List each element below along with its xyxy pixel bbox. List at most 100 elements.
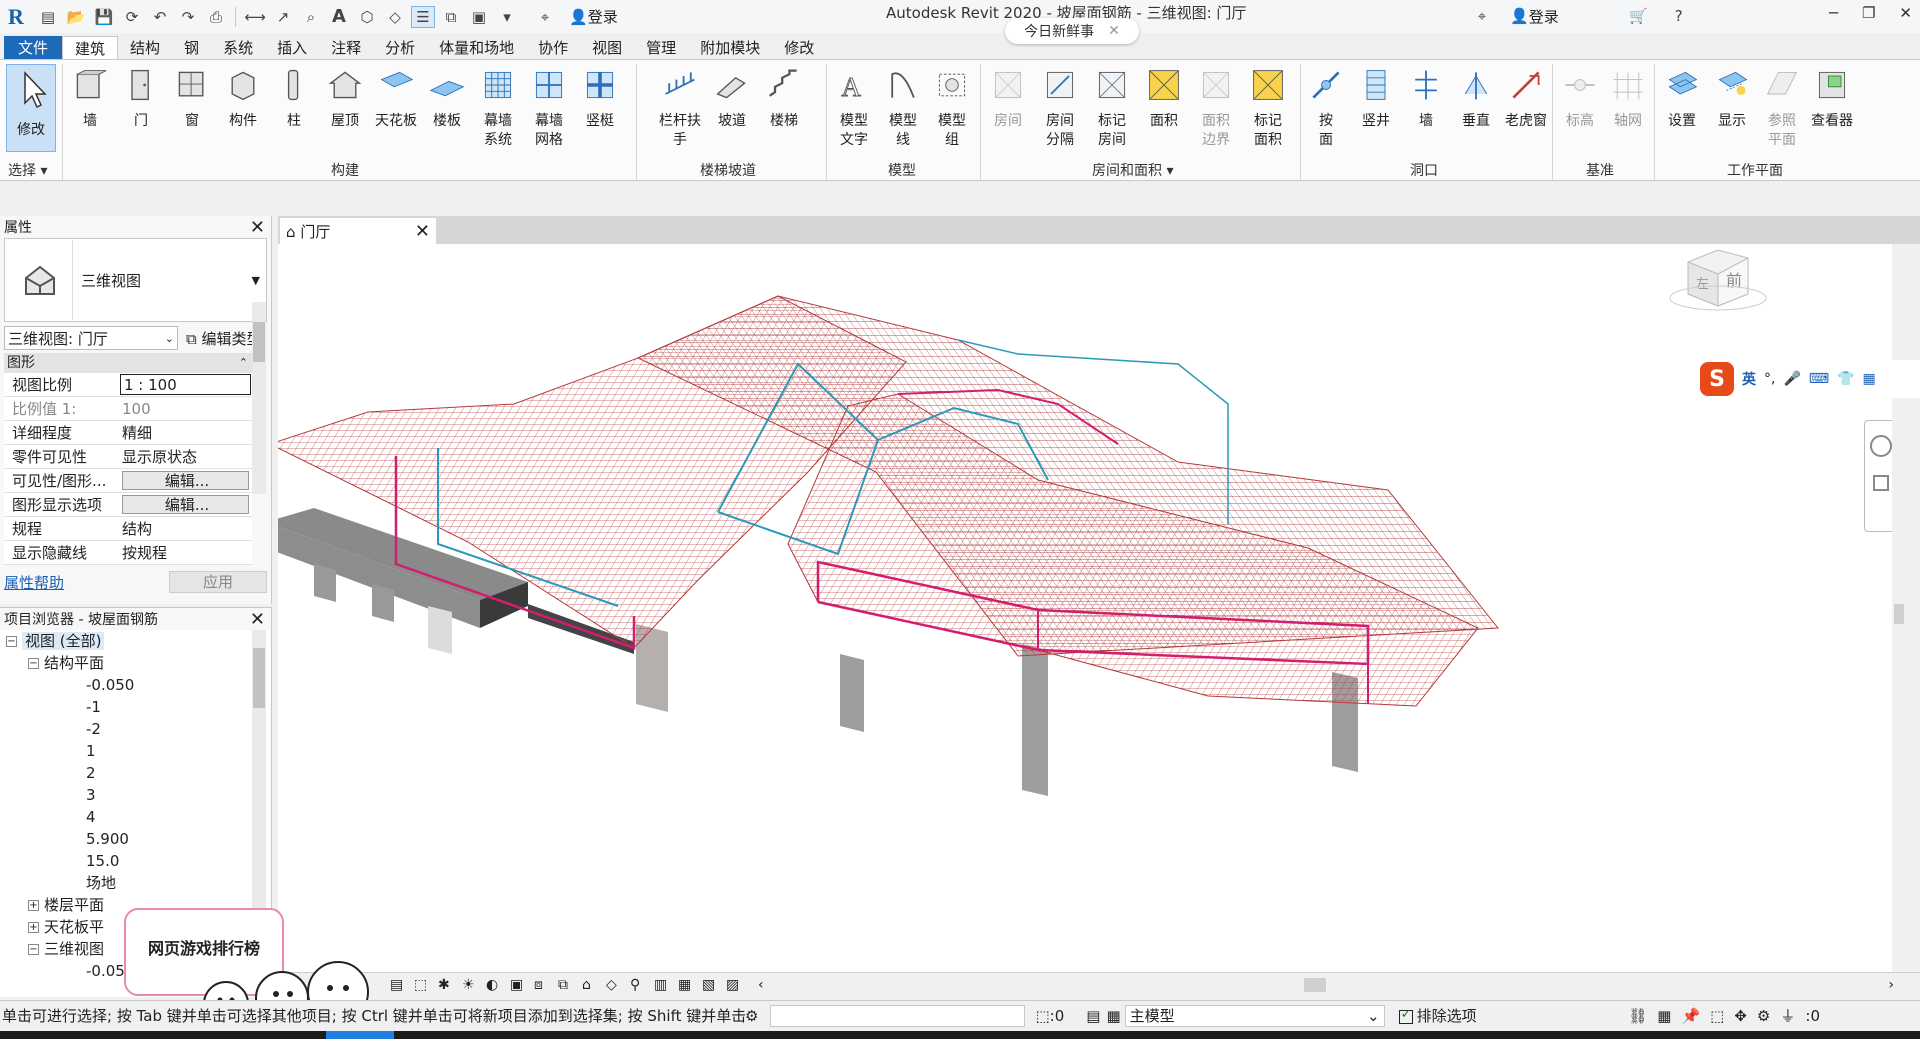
ribbon-component-button[interactable]: 构件 [219, 66, 267, 131]
close-icon[interactable]: ✕ [1108, 23, 1120, 39]
select-underlay-icon[interactable]: ▦ [1657, 1007, 1671, 1025]
minimize-icon[interactable]: ─ [1829, 4, 1838, 22]
properties-scrollbar[interactable] [252, 302, 266, 494]
instance-selector[interactable]: 三维视图: 门厅 ⌄ [4, 326, 178, 350]
scroll-right-icon[interactable]: › [1888, 977, 1894, 993]
ime-toolbar[interactable]: S 英 °, 🎤 ⌨ 👕 ▦ [1696, 360, 1920, 398]
select-links-icon[interactable]: ⛓ [1628, 1007, 1647, 1025]
graphics-category[interactable]: 图形 ⌃ [4, 353, 252, 373]
exclude-options-checkbox[interactable]: 排除选项 [1398, 1005, 1477, 1026]
group-room-label[interactable]: 房间和面积 ▾ [1092, 160, 1173, 180]
cart-icon[interactable]: 🛒 [1627, 5, 1651, 27]
shadows-icon[interactable]: ◐ [486, 977, 506, 993]
tab-4[interactable]: 系统 [211, 36, 265, 60]
switch-windows-icon[interactable]: ▣ [467, 6, 491, 28]
ribbon-viewer-button[interactable]: 查看器 [1808, 66, 1856, 131]
ribbon-roof-button[interactable]: 屋顶 [321, 66, 369, 131]
tree-plan-item[interactable]: 15.0 [0, 850, 271, 872]
tab-12[interactable]: 附加模块 [688, 36, 772, 60]
ribbon-wall-opening-button[interactable]: 墙 [1402, 66, 1450, 131]
main-model-selector[interactable]: 主模型 ⌄ [1124, 1004, 1385, 1027]
ribbon-curtain-grid-button[interactable]: 幕墙 网格 [525, 66, 573, 150]
print-icon[interactable]: ⎙ [204, 6, 228, 28]
ribbon-dormer-button[interactable]: 老虎窗 [1502, 66, 1550, 131]
workset-selector[interactable] [770, 1004, 1026, 1027]
tree-views-root[interactable]: − 视图 (全部) [0, 630, 271, 652]
tree-plan-item[interactable]: 5.900 [0, 828, 271, 850]
tree-plan-item[interactable]: 场地 [0, 872, 271, 894]
crop-visible-icon[interactable]: ⧉ [558, 977, 578, 993]
close-icon[interactable]: ✕ [415, 221, 430, 242]
ribbon-area-boundary-button[interactable]: 面积 边界 [1192, 66, 1240, 150]
binoculars-icon[interactable]: ⌖ [533, 6, 557, 28]
highlight-icon[interactable]: ▨ [726, 977, 746, 993]
tree-plan-item[interactable]: -2 [0, 718, 271, 740]
ribbon-shaft-button[interactable]: 竖井 [1352, 66, 1400, 131]
news-popup[interactable]: 今日新鲜事 ✕ [1005, 18, 1139, 44]
thin-lines-icon[interactable]: ☰ [411, 5, 435, 28]
chevron-down-icon[interactable]: ▼ [252, 274, 260, 287]
ribbon-ramp-button[interactable]: 坡道 [708, 66, 756, 131]
view-tab[interactable]: ⌂ 门厅 ✕ [280, 218, 436, 244]
ribbon-stair-button[interactable]: 楼梯 [760, 66, 808, 131]
shirt-icon[interactable]: 👕 [1837, 371, 1854, 387]
ribbon-window-button[interactable]: 窗 [168, 66, 216, 131]
mic-icon[interactable]: 🎤 [1783, 371, 1800, 387]
ribbon-area-button[interactable]: 面积 [1140, 66, 1188, 131]
grid-icon[interactable]: ▦ [1863, 371, 1876, 387]
keyboard-icon[interactable]: ⌨ [1809, 371, 1829, 387]
punct-icon[interactable]: °, [1764, 371, 1775, 387]
login-right[interactable]: 👤 登录 [1510, 6, 1559, 27]
ribbon-by-face-button[interactable]: 按 面 [1302, 66, 1350, 150]
property-row[interactable]: 规程 结构 [4, 517, 252, 541]
steering-wheel-icon[interactable] [1870, 435, 1892, 457]
ribbon-level-button[interactable]: 标高 [1556, 66, 1604, 131]
drag-on-selection-icon[interactable]: ✥ [1734, 1007, 1747, 1025]
ribbon-tag-room-button[interactable]: 标记 房间 [1088, 66, 1136, 150]
modify-button[interactable]: 修改 [6, 64, 56, 152]
3d-view-icon[interactable]: ⬡ [355, 6, 379, 28]
editable-icon[interactable]: ⬚ [1035, 1007, 1049, 1025]
tag-icon[interactable]: ⌕ [299, 6, 323, 28]
ribbon-ceiling-button[interactable]: 天花板 [372, 66, 420, 131]
property-row[interactable]: 视图比例 1 : 100 [4, 373, 252, 397]
detail-level-icon[interactable]: ⬚ [414, 977, 434, 993]
tab-2[interactable]: 结构 [118, 36, 172, 60]
ribbon-curtain-system-button[interactable]: 幕墙 系统 [474, 66, 522, 150]
edit-button[interactable]: 编辑... [122, 471, 249, 490]
expand-toggle-icon[interactable]: − [28, 658, 39, 669]
tab-10[interactable]: 视图 [580, 36, 634, 60]
home-icon[interactable]: ▤ [36, 6, 60, 28]
sun-path-icon[interactable]: ☀ [462, 977, 482, 993]
property-row[interactable]: 可见性/图形... 编辑... [4, 469, 252, 493]
select-by-face-icon[interactable]: ⬚ [1710, 1007, 1724, 1025]
scale-icon[interactable]: ▤ [390, 977, 410, 993]
background-processes-icon[interactable]: ⚙ [1757, 1007, 1770, 1025]
expand-toggle-icon[interactable]: + [28, 922, 39, 933]
property-row[interactable]: 零件可见性 显示原状态 [4, 445, 252, 469]
tab-7[interactable]: 分析 [373, 36, 427, 60]
tab-6[interactable]: 注释 [319, 36, 373, 60]
ribbon-model-line-button[interactable]: 模型 线 [879, 66, 927, 150]
text-icon[interactable]: A [327, 6, 351, 28]
worksets-icon[interactable]: ⚙ [745, 1007, 758, 1025]
3d-view-canvas[interactable]: 左 前 [278, 244, 1906, 972]
select-pinned-icon[interactable]: 📌 [1681, 1007, 1700, 1025]
sync-icon[interactable]: ⟳ [120, 6, 144, 28]
view-scrollbar-v[interactable] [1892, 244, 1906, 972]
type-selector[interactable]: 三维视图 ▼ [4, 238, 267, 322]
ribbon-show-button[interactable]: 显示 [1708, 66, 1756, 131]
tab-13[interactable]: 修改 [772, 36, 826, 60]
expand-toggle-icon[interactable]: + [28, 900, 39, 911]
tree-plan-item[interactable]: 4 [0, 806, 271, 828]
view-scrollbar-h[interactable] [764, 977, 1889, 992]
ribbon-room-separator-button[interactable]: 房间 分隔 [1036, 66, 1084, 150]
close-icon[interactable]: ✕ [250, 217, 265, 238]
tab-8[interactable]: 体量和场地 [427, 36, 526, 60]
close-icon[interactable]: ✕ [250, 609, 265, 630]
ribbon-model-text-button[interactable]: A 模型 文字 [830, 66, 878, 150]
design-options-toggle-icon[interactable]: ▦ [1106, 1007, 1120, 1025]
ribbon-floor-button[interactable]: 楼板 [423, 66, 471, 131]
binoculars-icon[interactable]: ⌖ [1470, 5, 1494, 27]
tree-plan-item[interactable]: -1 [0, 696, 271, 718]
